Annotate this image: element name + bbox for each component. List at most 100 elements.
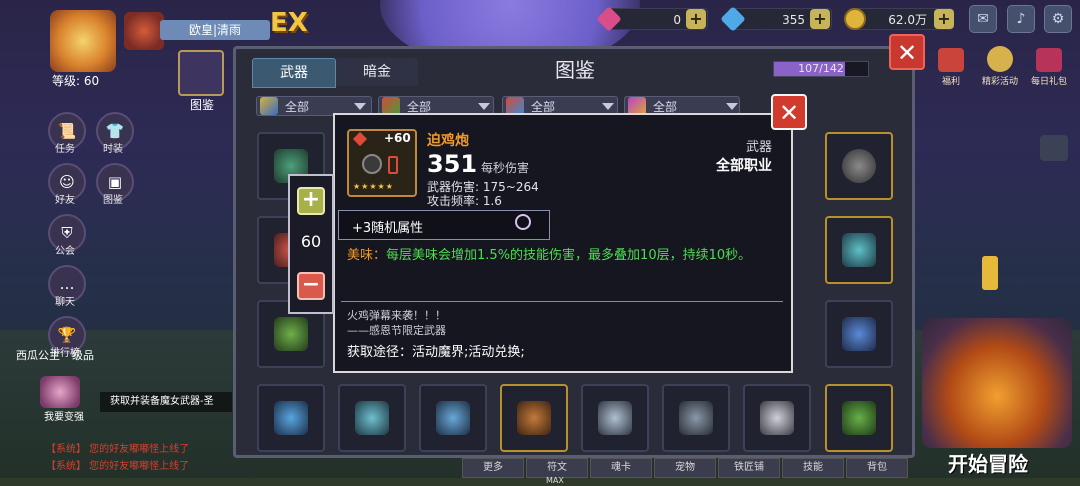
enhance-level: +60 <box>384 131 411 145</box>
add-gem-button[interactable]: + <box>686 9 706 29</box>
close-detail-button[interactable]: ✕ <box>771 94 807 130</box>
decrease-button[interactable]: − <box>297 272 325 300</box>
weapon-cell[interactable] <box>257 384 325 452</box>
add-gold-button[interactable]: + <box>934 9 954 29</box>
increase-button[interactable]: + <box>297 187 325 215</box>
daily-gift-icon[interactable] <box>1036 48 1062 72</box>
tab-rune[interactable]: 符文 <box>526 458 588 478</box>
codex-shortcut-button[interactable] <box>178 50 224 96</box>
bottom-tab-bar: 更多 符文 魂卡 宠物 铁匠铺 技能 背包 <box>462 458 908 478</box>
side-name-label: 西瓜公主 <box>16 349 60 362</box>
daily-gift-label[interactable]: 每日礼包 <box>1024 74 1074 87</box>
mission-text[interactable]: 获取并装备魔女武器-圣 <box>100 392 232 412</box>
weapon-icon <box>842 233 876 267</box>
weapon-cell[interactable] <box>825 300 893 368</box>
tab-blacksmith[interactable]: 铁匠铺 <box>718 458 780 478</box>
side-extra-label: 级品 <box>72 349 94 362</box>
mission-avatar[interactable] <box>40 376 80 408</box>
filter-all-icon <box>260 97 278 115</box>
grow-stronger-label[interactable]: 我要变强 <box>44 408 84 423</box>
task-label[interactable]: 任务 <box>40 140 90 155</box>
chat-label[interactable]: 聊天 <box>40 293 90 308</box>
settings-icon[interactable]: ⚙ <box>1044 5 1072 33</box>
weapon-cell[interactable] <box>662 384 730 452</box>
tab-soul-card[interactable]: 魂卡 <box>590 458 652 478</box>
effect-label: 美味： <box>347 248 387 263</box>
effect-text: 每层美味会增加1.5%的技能伤害，最多叠加10层，持续10秒。 <box>386 248 752 263</box>
weapon-cell[interactable] <box>500 384 568 452</box>
rarity-stars: ★★★★★ <box>353 182 394 191</box>
weapon-cell[interactable] <box>338 384 406 452</box>
exp-max-label: MAX <box>546 476 564 485</box>
flavor-subtext: ——感恩节限定武器 <box>347 324 446 337</box>
weapon-cell[interactable] <box>743 384 811 452</box>
chat-line: 【系统】 您的好友嘟嘟怪上线了 <box>46 461 190 472</box>
welfare-label[interactable]: 福利 <box>926 74 976 87</box>
event-icon[interactable] <box>987 46 1013 72</box>
weapon-cell[interactable] <box>825 216 893 284</box>
alert-icon[interactable] <box>982 256 998 290</box>
weapon-cell[interactable] <box>581 384 649 452</box>
stepper-value: 60 <box>300 232 322 251</box>
tab-weapons[interactable]: 武器 <box>252 58 336 88</box>
close-panel-button[interactable]: ✕ <box>889 34 925 70</box>
tab-more[interactable]: 更多 <box>462 458 524 478</box>
panel-title: 图鉴 <box>555 58 595 82</box>
chevron-down-icon[interactable] <box>726 103 738 110</box>
weapon-icon <box>679 401 713 435</box>
friends-label[interactable]: 好友 <box>40 191 90 206</box>
event-label[interactable]: 精彩活动 <box>975 74 1025 87</box>
ex-badge: EX <box>270 8 308 38</box>
weapon-job: 全部职业 <box>716 158 772 174</box>
weapon-icon <box>760 401 794 435</box>
weapon-icon <box>842 317 876 351</box>
weapon-icon <box>274 317 308 351</box>
chevron-down-icon[interactable] <box>602 103 614 110</box>
weapon-icon <box>842 401 876 435</box>
tab-backpack[interactable]: 背包 <box>846 458 908 478</box>
cannon-icon <box>388 156 398 174</box>
weapon-name: 迫鸡炮 <box>427 133 469 149</box>
flavor-text: 火鸡弹幕来袭！！！ <box>347 309 446 322</box>
tab-dark-gold[interactable]: 暗金 <box>336 58 418 86</box>
start-adventure-button[interactable]: 开始冒险 <box>948 448 1028 477</box>
codex-label[interactable]: 图鉴 <box>88 191 138 206</box>
tab-pet[interactable]: 宠物 <box>654 458 716 478</box>
weapon-icon <box>598 401 632 435</box>
tab-skill[interactable]: 技能 <box>782 458 844 478</box>
divider <box>341 301 783 302</box>
attack-rate: 攻击频率: 1.6 <box>427 194 502 208</box>
magnifier-icon[interactable] <box>515 214 531 230</box>
weapon-icon <box>517 401 551 435</box>
collection-progress-text: 107/142 <box>798 62 844 75</box>
speaker-icon[interactable]: ♪ <box>1007 5 1035 33</box>
chat-line: 【系统】 您的好友嘟嘟怪上线了 <box>46 444 190 455</box>
weapon-cell[interactable] <box>825 384 893 452</box>
codex-shortcut-label[interactable]: 图鉴 <box>180 96 224 113</box>
pet-avatar[interactable] <box>124 12 164 50</box>
weapon-cell[interactable] <box>419 384 487 452</box>
exp-bar <box>0 478 1080 486</box>
gift-icon[interactable] <box>938 48 964 72</box>
costume-label[interactable]: 时装 <box>88 140 138 155</box>
chevron-down-icon[interactable] <box>354 103 366 110</box>
random-attribute-label: +3随机属性 <box>352 221 424 236</box>
weapon-category: 武器 <box>745 140 772 155</box>
effect-description: 美味：每层美味会增加1.5%的技能伤害，最多叠加10层，持续10秒。 <box>347 246 777 265</box>
weapon-icon <box>274 401 308 435</box>
chevron-down-icon[interactable] <box>478 103 490 110</box>
bomb-icon <box>362 154 382 174</box>
player-avatar[interactable] <box>50 10 116 72</box>
player-level: 等级: 60 <box>52 74 100 88</box>
weapon-icon <box>842 149 876 183</box>
guild-label[interactable]: 公会 <box>40 242 90 257</box>
acquire-source: 获取途径：活动魔界;活动兑换; <box>347 345 525 360</box>
weapon-icon <box>436 401 470 435</box>
profile-icon[interactable] <box>1040 135 1068 161</box>
weapon-cell[interactable] <box>825 132 893 200</box>
portal-gate[interactable] <box>922 318 1072 448</box>
add-diamond-button[interactable]: + <box>810 9 830 29</box>
mail-icon[interactable]: ✉ <box>969 5 997 33</box>
gold-coin-icon <box>844 8 866 30</box>
dps-label: 每秒伤害 <box>481 161 530 175</box>
